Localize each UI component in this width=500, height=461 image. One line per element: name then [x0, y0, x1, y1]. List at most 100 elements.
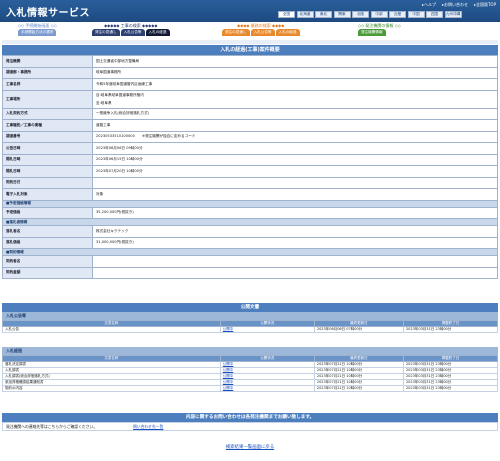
- summary-label: 調達番号: [2, 130, 93, 143]
- summary-value: [92, 255, 498, 268]
- summary-value-line: 自:岐阜県岐阜国道事務所管内: [96, 93, 144, 97]
- doc-status-link[interactable]: 公開中: [219, 385, 315, 392]
- tab-construction-notices[interactable]: 入札公告等: [120, 29, 145, 36]
- top-page-link[interactable]: ▸全国版TOP: [474, 2, 496, 8]
- section-header-row: ■予定価格情報: [2, 199, 498, 208]
- summary-value: [92, 176, 498, 189]
- nav-group-construction: ◆◆◆◆◆ 工事の検索 ◆◆◆◆◆ 発注の見通し 入札公告等 入札の経過: [92, 23, 170, 36]
- summary-row: 工事名称 令和5年度岐阜国道管内区画線工事: [2, 78, 498, 91]
- summary-value: 国土交通省中部地方整備局: [92, 55, 498, 68]
- region-tab-hokuriku[interactable]: 北陸: [352, 11, 369, 18]
- tab-construction-outlook[interactable]: 発注の見通し: [92, 29, 120, 36]
- nav-group-agency: ◇◇ 発注機関の情報 ◇◇ 発注機関情報: [358, 23, 401, 36]
- doc-table: 文書名称 公開状況 最終更新日 掲載終了日 落札決定調書 公開中 2023年07月21日 1…: [2, 355, 499, 392]
- summary-label: 工事名称: [2, 78, 93, 91]
- section-header: ■契約情報: [2, 248, 498, 256]
- contact-list-link[interactable]: 問い合わせ先一覧: [133, 424, 163, 430]
- summary-row: 調達番号 20230533510100000 ※発注機関が独自に定めるコード: [2, 130, 498, 143]
- doc-name: 契約の内容: [2, 385, 221, 392]
- summary-label: 入札契約方式: [2, 107, 93, 120]
- summary-label: 工事場所: [2, 89, 93, 109]
- doc-name: 入札公告: [2, 326, 221, 333]
- summary-value: 2023年06月15日 10時00分: [92, 153, 498, 166]
- case-summary-panel: 入札の経過(工事)案件概要 発注機関 国土交通省中部地方整備局 調達部・事務所 岐阜国…: [2, 45, 498, 279]
- public-documents-title: 公開文書: [2, 303, 498, 312]
- region-tab-chubu[interactable]: 中部: [370, 11, 388, 18]
- nav-group-start: ◇◇ 手続開始画面 ◇◇ 手続開始方法の選択: [18, 23, 57, 36]
- section-header: ■予定価格情報: [2, 199, 498, 208]
- section-header-row: ■落札者情報: [2, 218, 498, 226]
- doc-end: 2023年03月31日 23時00分: [402, 326, 499, 333]
- case-summary-title: 入札の経過(工事)案件概要: [2, 45, 498, 55]
- summary-value: 20230533510100000 ※発注機関が独自に定めるコード: [92, 130, 498, 143]
- summary-label: 工事種別／工事の業種: [2, 119, 93, 132]
- region-tab-hokkaido[interactable]: 北海道: [296, 11, 314, 18]
- region-tab-kanto[interactable]: 関東: [333, 11, 351, 18]
- summary-row: 公告日時 2023年06月06日 09時00分: [2, 142, 498, 155]
- summary-value: 31,000,000円(税抜き): [92, 236, 498, 249]
- summary-label: 契約日付: [2, 176, 93, 189]
- doc-table: 文書名称 公開状況 最終更新日 掲載終了日 入札公告 公開中 2023年06月06日 07時…: [2, 320, 499, 333]
- summary-label: 落札価格: [2, 236, 93, 249]
- summary-value: 2023年06月06日 09時00分: [92, 142, 498, 155]
- summary-value: 2023年07月20日 10時00分: [92, 165, 498, 178]
- contact-title: 内容に関するお問い合わせは各発注機関までお願い致します。: [2, 413, 498, 422]
- summary-row: 開札日時 2023年06月15日 10時00分: [2, 153, 498, 166]
- top-links: ▸ヘルプ ▸お問い合わせ ▸全国版TOP: [422, 2, 496, 8]
- summary-label: 開札日時: [2, 165, 93, 178]
- summary-row: 調達部・事務所 岐阜国道事務所: [2, 66, 498, 79]
- doc-end: 2023年03月31日 23時00分: [402, 385, 499, 392]
- header-bar: 入札情報サービス ▸ヘルプ ▸お問い合わせ ▸全国版TOP 全国 北海道 東北 …: [0, 0, 500, 22]
- summary-label: 発注機関: [2, 55, 93, 68]
- tab-construction-results[interactable]: 入札の経過: [145, 29, 170, 36]
- doc-section-title: 入札経過: [2, 347, 498, 355]
- doc-row: 入札公告 公開中 2023年06月06日 07時00分 2023年03月31日 23時…: [2, 326, 499, 333]
- summary-row: 工事種別／工事の業種 道路工事: [2, 119, 498, 132]
- summary-value: 岐阜国道事務所: [92, 66, 498, 79]
- back-to-results-link[interactable]: 検索結果一覧画面に戻る: [0, 444, 500, 450]
- summary-row: 発注機関 国土交通省中部地方整備局: [2, 55, 498, 68]
- region-tab-kinki[interactable]: 近畿: [389, 11, 406, 18]
- summary-row: 入札契約方式 一般競争入札(総合評価落札方式): [2, 107, 498, 120]
- region-tab-shikoku[interactable]: 四国: [426, 11, 443, 18]
- region-tab-chugoku[interactable]: 中国: [407, 11, 425, 18]
- summary-row: 落札者名 株式会社キクテック: [2, 225, 498, 238]
- contact-link[interactable]: ▸お問い合わせ: [442, 2, 468, 8]
- summary-row: 工事場所 自:岐阜県岐阜国道事務所管内 至:岐阜県: [2, 89, 498, 109]
- summary-label: 公告日時: [2, 142, 93, 155]
- section-header: ■落札者情報: [2, 218, 498, 226]
- summary-value-line: 至:岐阜県: [96, 101, 112, 105]
- summary-value: 35,200,000円(税抜き): [92, 206, 498, 219]
- summary-row: 予定価格 35,200,000円(税抜き): [2, 206, 498, 219]
- summary-row: 開札日時 2023年07月20日 10時00分: [2, 165, 498, 178]
- contact-row: 発注機関への連絡先等はこちらからご確認ください。 問い合わせ先一覧: [2, 422, 498, 431]
- tab-service-notices[interactable]: 入札公告等: [250, 29, 275, 36]
- summary-row: 落札価格 31,000,000円(税抜き): [2, 236, 498, 249]
- tab-service-results[interactable]: 入札の経過: [275, 29, 300, 36]
- public-documents-panel: 公開文書 入札公告等 文書名称 公開状況 最終更新日 掲載終了日 入札公告 公開中 2023年…: [2, 303, 499, 392]
- contact-text: 発注機関への連絡先等はこちらからご確認ください。: [6, 423, 98, 429]
- summary-label: 開札日時: [2, 153, 93, 166]
- region-tab-kyushu[interactable]: 九州沖縄: [444, 11, 462, 18]
- section-header-row: ■契約情報: [2, 248, 498, 256]
- region-tab-zenkoku[interactable]: 全国: [278, 11, 295, 18]
- main-nav: ◇◇ 手続開始画面 ◇◇ 手続開始方法の選択 ◆◆◆◆◆ 工事の検索 ◆◆◆◆◆…: [0, 22, 500, 38]
- tab-start-method[interactable]: 手続開始方法の選択: [18, 29, 57, 36]
- region-tab-tohoku[interactable]: 東北: [315, 11, 332, 18]
- summary-label: 電子入札対象: [2, 188, 93, 201]
- doc-section-title: 入札公告等: [2, 312, 498, 320]
- tab-agency-info[interactable]: 発注機関情報: [358, 29, 386, 36]
- summary-row: 電子入札対象 対象: [2, 188, 498, 201]
- summary-value: 対象: [92, 188, 498, 201]
- doc-updated: 2023年07月21日 10時00分: [313, 385, 404, 392]
- summary-row: 契約者名: [2, 255, 498, 268]
- summary-value: [92, 266, 498, 279]
- case-summary-table: 発注機関 国土交通省中部地方整備局 調達部・事務所 岐阜国道事務所 工事名称 令和5年度岐…: [2, 55, 498, 279]
- doc-status-link[interactable]: 公開中: [219, 326, 315, 333]
- help-link[interactable]: ▸ヘルプ: [422, 2, 436, 8]
- summary-label: 調達部・事務所: [2, 66, 93, 79]
- summary-label: 契約金額: [2, 266, 93, 279]
- summary-value: 道路工事: [92, 119, 498, 132]
- tab-service-outlook[interactable]: 発注の見通し: [222, 29, 250, 36]
- contact-panel: 内容に関するお問い合わせは各発注機関までお願い致します。 発注機関への連絡先等は…: [2, 413, 498, 431]
